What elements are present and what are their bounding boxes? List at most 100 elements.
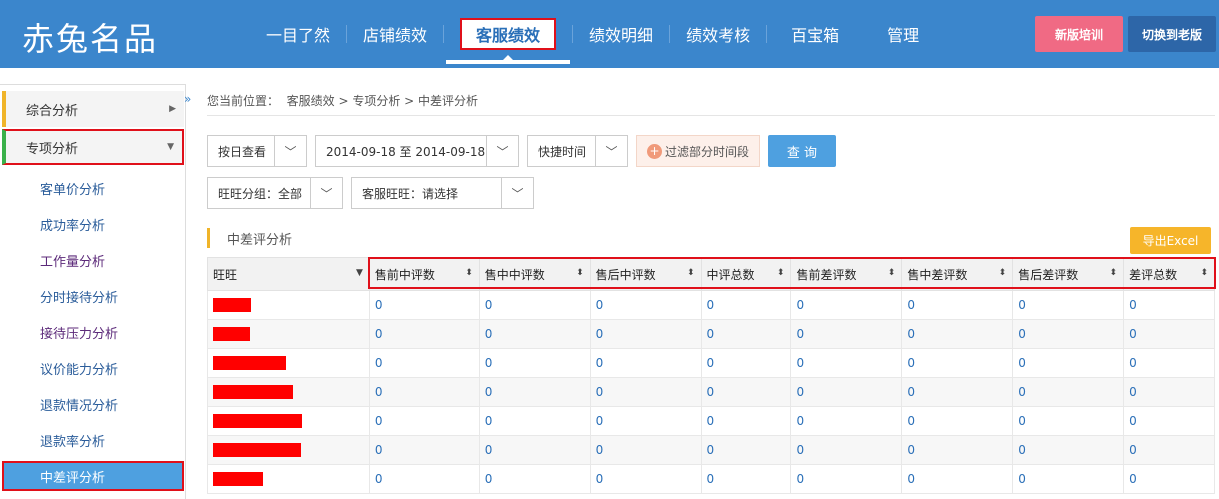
table-cell-link[interactable]: 0 <box>700 290 792 320</box>
table-cell-link[interactable]: 0 <box>790 348 903 378</box>
table-cell-link[interactable]: 0 <box>901 406 1014 436</box>
sidebar-item-bargaining[interactable]: 议价能力分析 <box>40 359 118 378</box>
table-cell-link[interactable]: 0 <box>368 377 480 407</box>
table-cell-link[interactable]: 0 <box>901 377 1014 407</box>
collapse-sidebar-icon[interactable]: » <box>184 92 191 106</box>
nav-shop-performance[interactable]: 店铺绩效 <box>347 0 443 68</box>
table-cell-link[interactable]: 0 <box>700 464 792 494</box>
table-cell-link[interactable]: 0 <box>1123 319 1215 349</box>
table-cell-link[interactable]: 0 <box>1012 435 1125 465</box>
table-cell-link[interactable]: 0 <box>368 348 480 378</box>
table-cell-link[interactable]: 0 <box>1012 290 1125 320</box>
sidebar-item-refund-rate[interactable]: 退款率分析 <box>40 431 105 450</box>
column-header[interactable]: 差评总数 ⬍ <box>1123 257 1215 291</box>
table-cell-link[interactable]: 0 <box>368 406 480 436</box>
table-cell-link[interactable]: 0 <box>368 435 480 465</box>
table-cell-link[interactable]: 0 <box>1012 377 1125 407</box>
column-header[interactable]: 中评总数 ⬍ <box>700 257 792 291</box>
sidebar-item-refund-status[interactable]: 退款情况分析 <box>40 395 118 414</box>
table-cell-link[interactable]: 0 <box>700 348 792 378</box>
redacted-name <box>213 327 250 342</box>
table-cell-link[interactable]: 0 <box>368 319 480 349</box>
column-header-wangwang[interactable]: 旺旺 ▼ <box>207 257 370 291</box>
date-range-select[interactable]: 2014-09-18 至 2014-09-18 ﹀ <box>315 135 519 167</box>
table-cell-link[interactable]: 0 <box>700 406 792 436</box>
column-header[interactable]: 售后中评数 ⬍ <box>589 257 702 291</box>
table-cell-link[interactable]: 0 <box>589 377 702 407</box>
new-training-button[interactable]: 新版培训 <box>1035 16 1123 52</box>
column-header[interactable]: 售前差评数 ⬍ <box>790 257 903 291</box>
column-header[interactable]: 售前中评数 ⬍ <box>368 257 480 291</box>
nav-performance-detail[interactable]: 绩效明细 <box>573 0 669 68</box>
filter-time-period-button[interactable]: + 过滤部分时间段 <box>636 135 760 167</box>
nav-performance-review[interactable]: 绩效考核 <box>670 0 766 68</box>
switch-old-version-button[interactable]: 切换到老版 <box>1128 16 1216 52</box>
sidebar-item-neutral-negative[interactable]: 中差评分析 <box>2 461 184 491</box>
sidebar-item-order-value[interactable]: 客单价分析 <box>40 179 105 198</box>
table-cell-link[interactable]: 0 <box>478 377 591 407</box>
table-cell-link[interactable]: 0 <box>700 319 792 349</box>
column-header[interactable]: 售中中评数 ⬍ <box>478 257 591 291</box>
wangwang-cell <box>207 464 370 494</box>
table-cell-link[interactable]: 0 <box>1123 348 1215 378</box>
table-cell-link[interactable]: 0 <box>1012 319 1125 349</box>
sort-icon: ⬍ <box>465 268 473 278</box>
table-cell-link[interactable]: 0 <box>589 348 702 378</box>
chevron-down-icon: ﹀ <box>486 136 518 166</box>
table-cell-link[interactable]: 0 <box>589 435 702 465</box>
table-cell-link[interactable]: 0 <box>901 435 1014 465</box>
table-cell-link[interactable]: 0 <box>368 290 480 320</box>
nav-toolbox[interactable]: 百宝箱 <box>767 0 863 68</box>
export-excel-button[interactable]: 导出Excel <box>1130 227 1211 254</box>
sidebar-group-overall[interactable]: 综合分析 ▶ <box>2 91 184 127</box>
wangwang-group-select[interactable]: 旺旺分组：全部 ﹀ <box>207 177 343 209</box>
sidebar-item-hourly-reception[interactable]: 分时接待分析 <box>40 287 118 306</box>
sidebar-item-reception-pressure[interactable]: 接待压力分析 <box>40 323 118 342</box>
table-cell-link[interactable]: 0 <box>1123 435 1215 465</box>
nav-manage[interactable]: 管理 <box>863 0 943 68</box>
cs-wangwang-select[interactable]: 客服旺旺：请选择 ﹀ <box>351 177 534 209</box>
breadcrumb: 您当前位置： 客服绩效 > 专项分析 > 中差评分析 <box>207 92 478 109</box>
table-cell-link[interactable]: 0 <box>1012 406 1125 436</box>
table-cell-link[interactable]: 0 <box>700 377 792 407</box>
sidebar-group-special[interactable]: 专项分析 ▼ <box>2 129 184 165</box>
sidebar-item-workload[interactable]: 工作量分析 <box>40 251 105 270</box>
table-cell-link[interactable]: 0 <box>478 348 591 378</box>
table-cell-link[interactable]: 0 <box>700 435 792 465</box>
table-cell-link[interactable]: 0 <box>589 464 702 494</box>
nav-cs-performance[interactable]: 客服绩效 <box>444 0 572 68</box>
table-cell-link[interactable]: 0 <box>790 435 903 465</box>
quick-time-select[interactable]: 快捷时间 ﹀ <box>527 135 628 167</box>
table-cell-link[interactable]: 0 <box>478 290 591 320</box>
table-cell-link[interactable]: 0 <box>790 377 903 407</box>
table-cell-link[interactable]: 0 <box>1123 464 1215 494</box>
table-cell-link[interactable]: 0 <box>478 435 591 465</box>
table-cell-link[interactable]: 0 <box>790 406 903 436</box>
table-cell-link[interactable]: 0 <box>368 464 480 494</box>
table-cell-link[interactable]: 0 <box>589 319 702 349</box>
table-cell-link[interactable]: 0 <box>589 290 702 320</box>
table-cell-link[interactable]: 0 <box>1123 406 1215 436</box>
table-cell-link[interactable]: 0 <box>589 406 702 436</box>
sidebar-item-success-rate[interactable]: 成功率分析 <box>40 215 105 234</box>
view-mode-select[interactable]: 按日查看 ﹀ <box>207 135 307 167</box>
table-cell-link[interactable]: 0 <box>478 319 591 349</box>
table-cell-link[interactable]: 0 <box>901 348 1014 378</box>
table-cell-link[interactable]: 0 <box>478 406 591 436</box>
table-cell-link[interactable]: 0 <box>901 319 1014 349</box>
table-cell-link[interactable]: 0 <box>790 464 903 494</box>
sidebar-group-label: 专项分析 <box>26 141 79 157</box>
table-cell-link[interactable]: 0 <box>1123 290 1215 320</box>
column-header[interactable]: 售后差评数 ⬍ <box>1012 257 1125 291</box>
query-button[interactable]: 查 询 <box>768 135 836 167</box>
table-cell-link[interactable]: 0 <box>901 290 1014 320</box>
table-cell-link[interactable]: 0 <box>1012 348 1125 378</box>
table-cell-link[interactable]: 0 <box>790 290 903 320</box>
table-cell-link[interactable]: 0 <box>478 464 591 494</box>
table-cell-link[interactable]: 0 <box>901 464 1014 494</box>
column-header[interactable]: 售中差评数 ⬍ <box>901 257 1014 291</box>
table-cell-link[interactable]: 0 <box>790 319 903 349</box>
table-cell-link[interactable]: 0 <box>1012 464 1125 494</box>
nav-overview[interactable]: 一目了然 <box>250 0 346 68</box>
table-cell-link[interactable]: 0 <box>1123 377 1215 407</box>
